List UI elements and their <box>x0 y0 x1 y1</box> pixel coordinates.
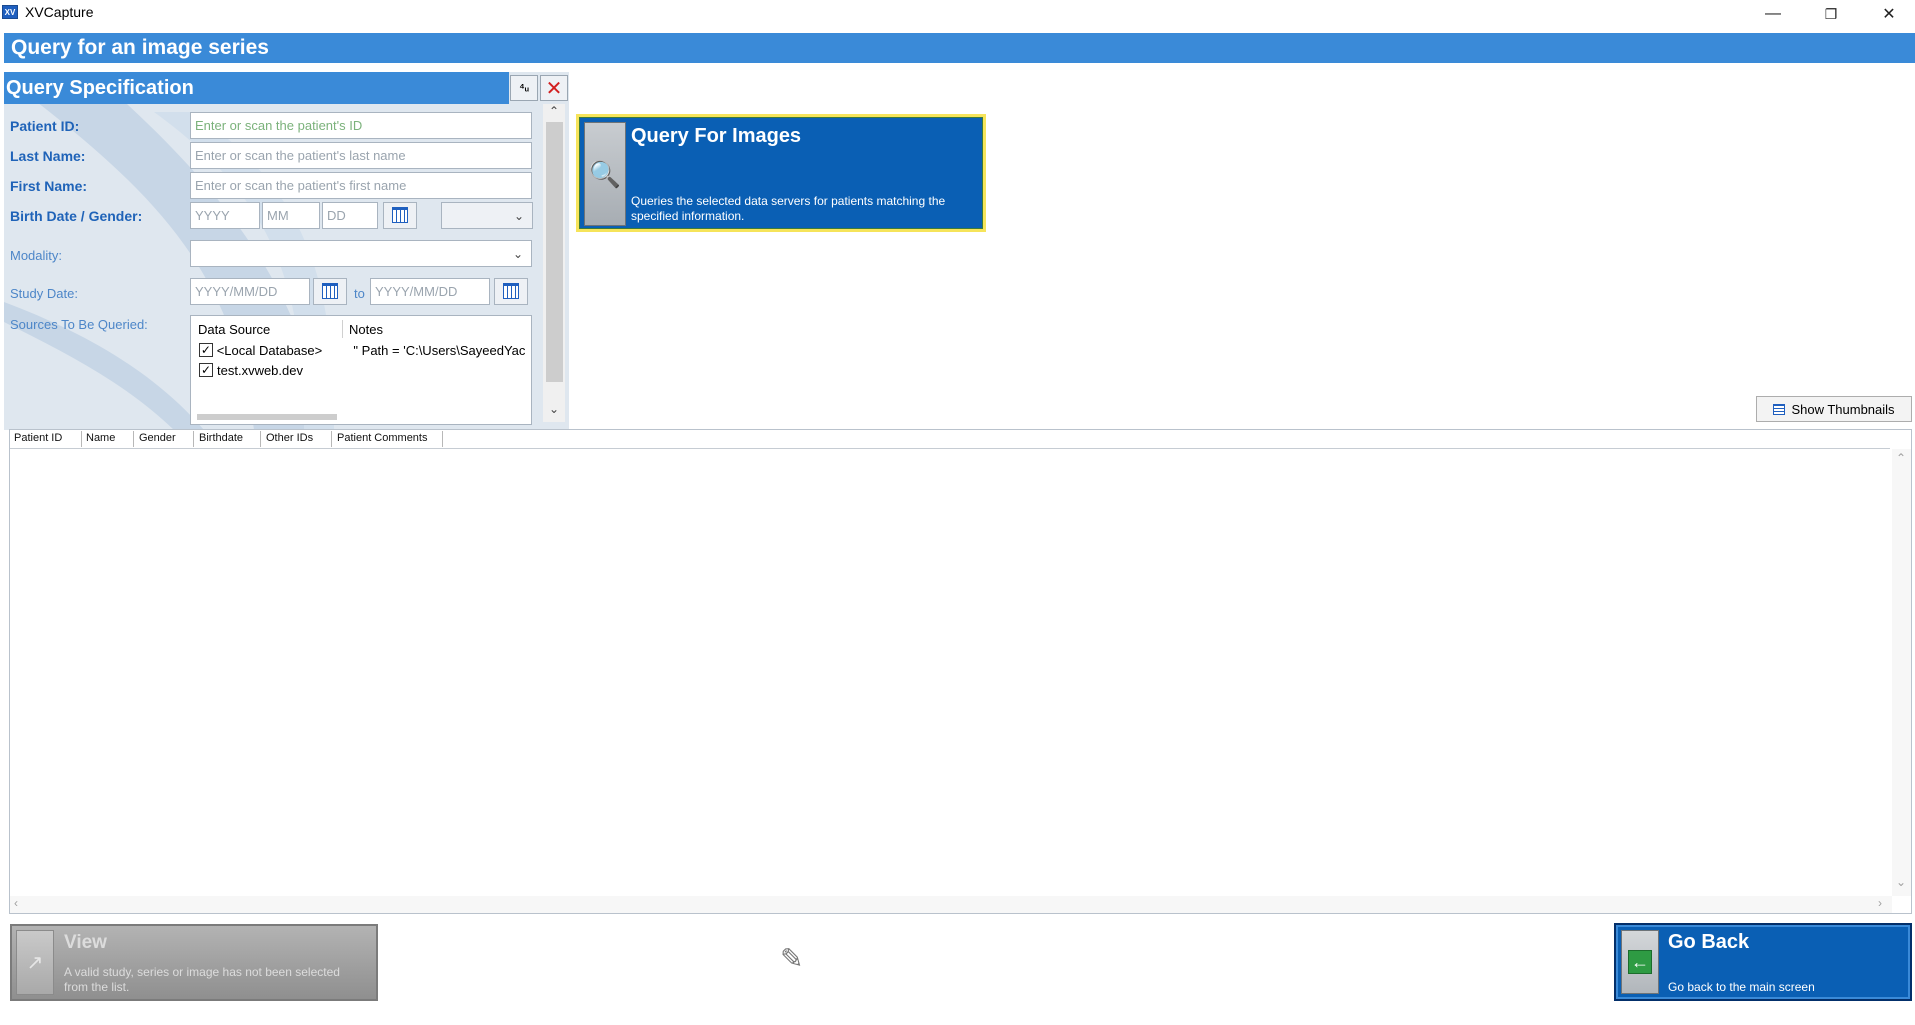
query-button-description: Queries the selected data servers for pa… <box>631 194 946 223</box>
study-date-to-label: to <box>354 286 365 301</box>
go-back-description: Go back to the main screen <box>1668 980 1815 994</box>
birth-year-input[interactable]: YYYY <box>190 202 260 229</box>
page-title: Query for an image series <box>4 33 1915 63</box>
column-divider <box>331 431 332 447</box>
column-divider <box>342 320 343 338</box>
results-grid[interactable] <box>9 429 1912 914</box>
scroll-left-icon[interactable]: ‹ <box>14 896 18 910</box>
show-thumbnails-label: Show Thumbnails <box>1791 401 1895 417</box>
birth-date-label: Birth Date / Gender: <box>10 208 143 224</box>
column-header-birthdate[interactable]: Birthdate <box>199 432 243 444</box>
scroll-down-icon[interactable]: ⌄ <box>549 402 559 416</box>
column-divider <box>81 431 82 447</box>
study-date-label: Study Date: <box>10 286 78 301</box>
calendar-icon <box>322 282 338 299</box>
restore-button[interactable]: ❐ <box>1803 0 1859 28</box>
query-for-images-button[interactable]: 🔍 Query For Images Queries the selected … <box>576 114 986 232</box>
source-row-local-database[interactable]: ✓ <Local Database> " Path = 'C:\Users\Sa… <box>199 341 529 359</box>
go-back-button[interactable]: ← Go Back Go back to the main screen <box>1614 923 1912 1001</box>
calendar-icon <box>503 282 519 299</box>
view-icon: ↗ <box>16 930 54 995</box>
query-button-title: Query For Images <box>631 125 802 147</box>
view-button[interactable]: ↗ View A valid study, series or image ha… <box>10 924 378 1001</box>
thumbnails-icon <box>1773 403 1786 415</box>
view-button-title: View <box>64 932 107 953</box>
edit-document-icon[interactable]: ✎ <box>780 942 803 975</box>
results-vertical-scrollbar[interactable]: ⌃ ⌄ <box>1892 449 1911 896</box>
study-date-to-calendar-button[interactable] <box>494 278 528 305</box>
chevron-down-icon: ⌄ <box>512 247 523 261</box>
column-divider <box>193 431 194 447</box>
modality-label: Modality: <box>10 248 63 263</box>
options-icon: ⁴ᵤ <box>519 82 529 94</box>
column-divider <box>133 431 134 447</box>
clear-query-button[interactable]: ✕ <box>540 75 568 101</box>
birth-date-calendar-button[interactable] <box>383 202 417 229</box>
sources-hscroll-thumb[interactable] <box>197 414 337 420</box>
source-checkbox[interactable]: ✓ <box>199 343 213 357</box>
patient-id-label: Patient ID: <box>10 118 80 134</box>
options-button[interactable]: ⁴ᵤ <box>510 75 538 101</box>
study-date-to-input[interactable]: YYYY/MM/DD <box>370 278 490 305</box>
source-name: <Local Database> <box>216 342 323 358</box>
results-grid-header: Patient ID Name Gender Birthdate Other I… <box>10 430 1890 449</box>
query-specification-header: Query Specification <box>4 72 509 104</box>
patient-id-input[interactable]: Enter or scan the patient's ID <box>190 112 532 139</box>
source-checkbox[interactable]: ✓ <box>199 363 213 377</box>
sources-label: Sources To Be Queried: <box>10 317 148 332</box>
column-header-gender[interactable]: Gender <box>139 432 176 444</box>
results-horizontal-scrollbar[interactable]: ‹ › <box>10 896 1892 913</box>
clear-icon: ✕ <box>545 77 563 100</box>
calendar-icon <box>392 206 408 223</box>
close-window-button[interactable]: ✕ <box>1861 0 1915 28</box>
column-header-patient-comments[interactable]: Patient Comments <box>337 432 427 444</box>
back-icon-frame: ← <box>1621 930 1659 994</box>
column-header-data-source[interactable]: Data Source <box>198 322 270 337</box>
column-header-notes[interactable]: Notes <box>349 322 383 337</box>
chevron-down-icon: ⌄ <box>513 209 524 223</box>
last-name-label: Last Name: <box>10 148 86 164</box>
minimize-button[interactable]: — <box>1745 0 1801 28</box>
column-header-other-ids[interactable]: Other IDs <box>266 432 313 444</box>
column-header-patient-id[interactable]: Patient ID <box>14 432 62 444</box>
study-date-from-calendar-button[interactable] <box>313 278 347 305</box>
study-date-from-input[interactable]: YYYY/MM/DD <box>190 278 310 305</box>
column-header-name[interactable]: Name <box>86 432 115 444</box>
scroll-up-icon[interactable]: ⌃ <box>549 104 559 118</box>
first-name-label: First Name: <box>10 178 88 194</box>
birth-day-input[interactable]: DD <box>322 202 378 229</box>
go-back-title: Go Back <box>1668 931 1750 953</box>
panel-scrollbar-thumb[interactable] <box>546 122 563 382</box>
source-notes: " Path = 'C:\Users\SayeedYac <box>353 342 526 358</box>
scroll-right-icon[interactable]: › <box>1878 896 1882 910</box>
back-arrow-icon: ← <box>1628 950 1652 974</box>
window-title: XVCapture <box>25 4 94 20</box>
column-divider <box>442 431 443 447</box>
scroll-up-icon[interactable]: ⌃ <box>1896 451 1906 465</box>
window-titlebar <box>0 0 1915 30</box>
first-name-input[interactable]: Enter or scan the patient's first name <box>190 172 532 199</box>
birth-month-input[interactable]: MM <box>262 202 320 229</box>
view-button-description: A valid study, series or image has not b… <box>64 965 340 994</box>
last-name-input[interactable]: Enter or scan the patient's last name <box>190 142 532 169</box>
gender-select[interactable]: ⌄ <box>441 202 533 229</box>
show-thumbnails-button[interactable]: Show Thumbnails <box>1756 396 1912 422</box>
magnifier-icon: 🔍 <box>584 122 626 226</box>
scroll-down-icon[interactable]: ⌄ <box>1896 875 1906 889</box>
modality-select[interactable]: ⌄ <box>190 240 532 267</box>
column-divider <box>260 431 261 447</box>
sources-list: Data Source Notes ✓ <Local Database> " P… <box>190 315 532 425</box>
source-name: test.xvweb.dev <box>217 362 303 378</box>
source-row-xvweb[interactable]: ✓ test.xvweb.dev <box>199 361 303 379</box>
app-icon: XV <box>2 5 18 19</box>
